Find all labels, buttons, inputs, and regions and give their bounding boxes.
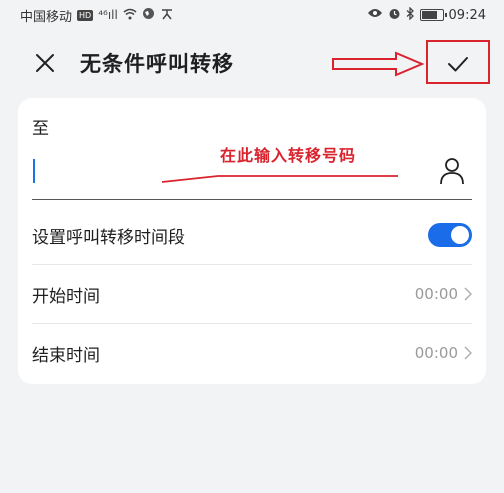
signal-icon: ⁴⁶ıll [98,8,118,22]
time-period-row: 设置呼叫转移时间段 [32,206,472,264]
status-bar: 中国移动 HD ⁴⁶ıll 09:24 [0,0,504,30]
status-time: 09:24 [448,7,486,23]
start-time-value: 00:00 [414,285,458,303]
chevron-right-icon [464,346,472,360]
page-title: 无条件呼叫转移 [80,52,234,76]
annotation-label: 在此输入转移号码 [220,146,357,165]
contact-icon[interactable] [438,156,466,186]
alarm-icon [388,7,401,24]
text-caret [33,159,35,183]
end-time-row[interactable]: 结束时间 00:00 [32,324,472,382]
app-notification-icon [160,8,174,23]
start-time-value-group: 00:00 [415,285,472,303]
battery-icon [419,9,447,21]
confirm-highlight-box [426,40,490,84]
toggle-knob [451,226,469,244]
globe-icon [142,7,155,23]
to-label: 至 [32,119,49,139]
status-left: 中国移动 HD ⁴⁶ıll [20,6,174,25]
status-right: 09:24 [367,5,486,24]
forwarding-card: 至 在此输入转移号码 设置呼叫转移时间段 开始时间 00:00 结束时间 00:… [18,98,486,384]
annotation-arrow-icon [332,51,425,77]
time-period-toggle[interactable] [428,223,472,247]
bluetooth-icon [406,5,415,24]
time-period-label: 设置呼叫转移时间段 [32,227,185,248]
end-time-label: 结束时间 [32,345,100,366]
end-time-value-group: 00:00 [415,344,472,362]
chevron-right-icon [464,287,472,301]
input-underline [32,199,472,200]
annotation-pointer-icon [161,175,398,183]
carrier-name: 中国移动 [20,9,73,25]
end-time-value: 00:00 [414,344,458,362]
start-time-label: 开始时间 [32,286,100,307]
start-time-row[interactable]: 开始时间 00:00 [32,265,472,323]
close-icon[interactable] [32,50,58,76]
hd-badge: HD [77,9,94,21]
eye-icon [367,7,383,23]
wifi-icon [123,8,137,23]
